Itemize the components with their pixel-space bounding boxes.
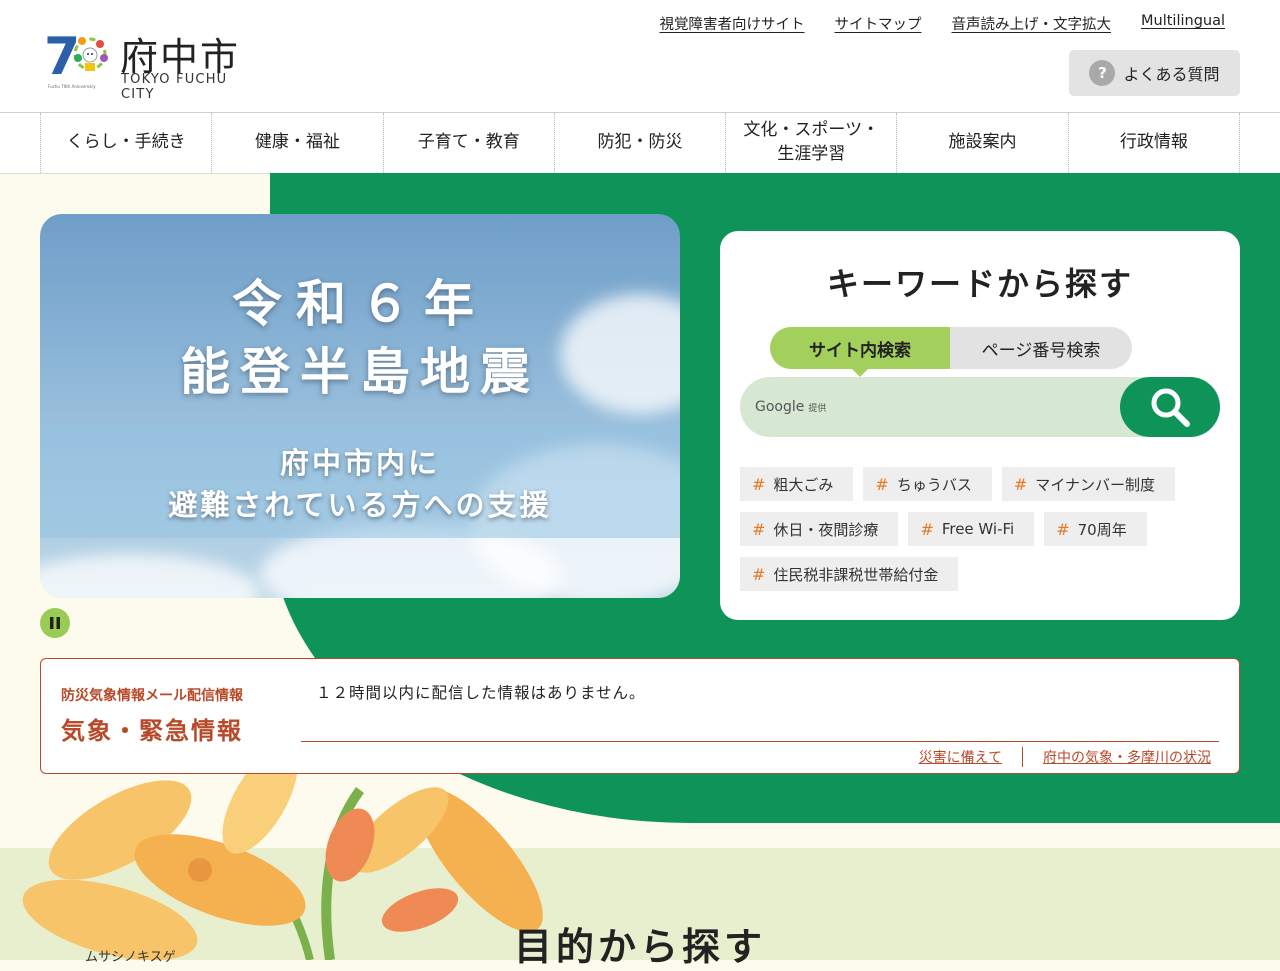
- svg-text:Fuchu 70th Anniversary: Fuchu 70th Anniversary: [48, 84, 96, 89]
- search-tabs: サイト内検索 ページ番号検索: [770, 327, 1132, 377]
- nav-item-childcare[interactable]: 子育て・教育: [382, 113, 554, 173]
- banner-title-line1: 令和６年: [232, 275, 488, 333]
- search-icon: [1151, 388, 1190, 427]
- pause-icon: [50, 617, 60, 629]
- keyword-tag[interactable]: # Free Wi-Fi: [908, 512, 1035, 546]
- hash-icon: #: [1013, 474, 1028, 494]
- weather-emergency-box: 防災気象情報メール配信情報 気象・緊急情報 １２時間以内に配信した情報はありませ…: [40, 658, 1240, 774]
- faq-button[interactable]: ? よくある質問: [1069, 50, 1240, 96]
- keyword-tag[interactable]: # 住民税非課税世帯給付金: [740, 557, 959, 591]
- banner-cloud: [40, 554, 260, 598]
- flower-caption: ムサシノキスゲ: [85, 950, 176, 965]
- search-button[interactable]: [1120, 377, 1220, 437]
- site-name-en: TOKYO FUCHU CITY: [121, 72, 228, 102]
- banner-title-line2: 能登半島地震: [180, 343, 540, 401]
- google-provider-label: Google 提供: [755, 399, 827, 415]
- utility-links: 視覚障害者向けサイト サイトマップ 音声読み上げ・文字拡大 Multilingu…: [660, 13, 1226, 34]
- keyword-tag[interactable]: #70周年: [1044, 512, 1147, 546]
- site-header: 7 Fuchu 70th Anniversary 府中市 TOKYO FUCHU…: [0, 0, 1280, 113]
- link-multilingual[interactable]: Multilingual: [1141, 13, 1225, 34]
- site-logo[interactable]: 7 Fuchu 70th Anniversary 府中市 TOKYO FUCHU…: [44, 22, 259, 102]
- hash-icon: #: [752, 519, 766, 539]
- keyword-tag[interactable]: # 粗大ごみ: [740, 467, 854, 501]
- keyword-search-panel: キーワードから探す サイト内検索 ページ番号検索 Google 提供 # 粗大ごみ …: [720, 231, 1240, 620]
- hash-icon: #: [920, 519, 934, 539]
- nav-item-facilities[interactable]: 施設案内: [896, 113, 1067, 173]
- 70th-anniversary-logo-icon: 7 Fuchu 70th Anniversary: [44, 27, 108, 89]
- nav-item-disaster[interactable]: 防犯・防災: [553, 113, 725, 173]
- keyword-tag[interactable]: # ちゅうバス: [863, 467, 992, 501]
- weather-links: 災害に備えて 府中の気象・多摩川の状況: [899, 747, 1211, 767]
- popular-keywords: # 粗大ごみ # ちゅうバス # マイナンバー制度 # 休日・夜間診療 # Free Wi…: [740, 467, 1220, 591]
- link-disaster-prep[interactable]: 災害に備えて: [899, 747, 1022, 767]
- hash-icon: #: [1056, 519, 1070, 539]
- tab-page-number-search[interactable]: ページ番号検索: [950, 327, 1132, 369]
- banner-subtitle-line1: 府中市内に: [279, 446, 440, 480]
- nav-item-living[interactable]: くらし・手続き: [40, 113, 211, 173]
- hero-banner[interactable]: 令和６年 能登半島地震 府中市内に 避難されている方への支援: [40, 214, 680, 598]
- weather-divider: [301, 741, 1219, 742]
- nav-item-government[interactable]: 行政情報: [1067, 113, 1240, 173]
- hash-icon: #: [752, 564, 766, 584]
- hash-icon: #: [752, 474, 766, 494]
- link-weather-tamagawa[interactable]: 府中の気象・多摩川の状況: [1022, 747, 1211, 767]
- keyword-tag[interactable]: # マイナンバー制度: [1001, 467, 1175, 501]
- global-nav: くらし・手続き 健康・福祉 子育て・教育 防犯・防災 文化・スポーツ・ 生涯学習…: [0, 113, 1280, 174]
- keyword-tag[interactable]: # 休日・夜間診療: [740, 512, 899, 546]
- banner-subtitle-line2: 避難されている方への支援: [168, 488, 552, 522]
- weather-title: 気象・緊急情報: [61, 717, 243, 745]
- link-sitemap[interactable]: サイトマップ: [835, 13, 922, 34]
- link-visually-impaired[interactable]: 視覚障害者向けサイト: [660, 13, 805, 34]
- purpose-section-title: 目的から探す: [513, 925, 766, 969]
- search-panel-title: キーワードから探す: [826, 265, 1133, 303]
- nav-item-health[interactable]: 健康・福祉: [211, 113, 382, 173]
- nav-item-culture[interactable]: 文化・スポーツ・ 生涯学習: [725, 113, 896, 173]
- faq-label: よくある質問: [1123, 65, 1220, 84]
- weather-message: １２時間以内に配信した情報はありません。: [316, 684, 646, 702]
- slideshow-pause-button[interactable]: [40, 608, 70, 638]
- search-input[interactable]: Google 提供: [740, 377, 1220, 437]
- weather-kicker: 防災気象情報メール配信情報: [61, 688, 243, 704]
- tab-site-search[interactable]: サイト内検索: [770, 327, 950, 377]
- hash-icon: #: [875, 474, 889, 494]
- question-icon: ?: [1089, 60, 1116, 86]
- link-speech-zoom[interactable]: 音声読み上げ・文字拡大: [952, 13, 1112, 34]
